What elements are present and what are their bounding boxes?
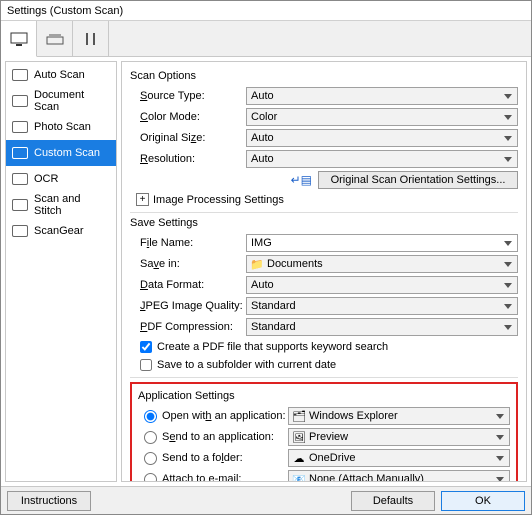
data-format-label: Data Format: bbox=[140, 279, 246, 291]
ocr-icon bbox=[12, 173, 28, 185]
scan-options-heading: Scan Options bbox=[130, 70, 518, 82]
open-with-combo[interactable]: 🗂Windows Explorer bbox=[288, 407, 510, 425]
defaults-button[interactable]: Defaults bbox=[351, 491, 435, 511]
sidebar-label: Scan and Stitch bbox=[34, 193, 110, 217]
sidebar-item-document-scan[interactable]: Document Scan bbox=[6, 88, 116, 114]
sidebar-item-photo-scan[interactable]: Photo Scan bbox=[6, 114, 116, 140]
orientation-settings-button[interactable]: Original Scan Orientation Settings... bbox=[318, 171, 518, 189]
divider bbox=[130, 212, 518, 213]
file-name-combo[interactable]: IMG bbox=[246, 234, 518, 252]
sidebar-item-scan-and-stitch[interactable]: Scan and Stitch bbox=[6, 192, 116, 218]
preview-icon: 🖼 bbox=[293, 431, 305, 443]
document-scan-icon bbox=[12, 95, 28, 107]
attach-email-combo[interactable]: 📧None (Attach Manually) bbox=[288, 470, 510, 482]
pdf-compression-combo[interactable]: Standard bbox=[246, 318, 518, 336]
attach-email-label: Attach to e-mail: bbox=[162, 473, 288, 482]
content-pane: Scan Options Source Type:Auto Color Mode… bbox=[121, 61, 527, 482]
instructions-button[interactable]: Instructions bbox=[7, 491, 91, 511]
scanner-icon bbox=[45, 31, 65, 47]
jpeg-quality-combo[interactable]: Standard bbox=[246, 297, 518, 315]
title-bar: Settings (Custom Scan) bbox=[1, 1, 531, 21]
auto-scan-icon bbox=[12, 69, 28, 81]
send-app-radio[interactable] bbox=[144, 431, 157, 444]
subfolder-date-checkbox[interactable]: Save to a subfolder with current date bbox=[140, 357, 518, 373]
custom-scan-icon bbox=[12, 147, 28, 159]
sidebar-item-auto-scan[interactable]: Auto Scan bbox=[6, 62, 116, 88]
save-settings-heading: Save Settings bbox=[130, 217, 518, 229]
send-folder-combo[interactable]: ☁OneDrive bbox=[288, 449, 510, 467]
sidebar-item-ocr[interactable]: OCR bbox=[6, 166, 116, 192]
toolbar bbox=[1, 21, 531, 57]
sidebar-label: Custom Scan bbox=[34, 147, 100, 159]
scangear-icon bbox=[12, 225, 28, 237]
window-title: Settings (Custom Scan) bbox=[7, 5, 123, 17]
open-with-label: Open with an application: bbox=[162, 410, 288, 422]
tab-general-settings[interactable] bbox=[73, 21, 109, 57]
mail-icon: 📧 bbox=[293, 473, 305, 482]
jpeg-quality-label: JPEG Image Quality: bbox=[140, 300, 246, 312]
resolution-label: Resolution: bbox=[140, 153, 246, 165]
tab-scan-from-panel[interactable] bbox=[37, 21, 73, 57]
stitch-icon bbox=[12, 199, 28, 211]
data-format-combo[interactable]: Auto bbox=[246, 276, 518, 294]
pdf-compression-label: PDF Compression: bbox=[140, 321, 246, 333]
onedrive-icon: ☁ bbox=[293, 452, 305, 464]
file-name-label: File Name: bbox=[140, 237, 246, 249]
image-processing-label: Image Processing Settings bbox=[153, 194, 284, 206]
keyword-search-checkbox[interactable]: Create a PDF file that supports keyword … bbox=[140, 339, 518, 355]
sidebar: Auto Scan Document Scan Photo Scan Custo… bbox=[5, 61, 117, 482]
color-mode-combo[interactable]: Color bbox=[246, 108, 518, 126]
sidebar-label: ScanGear bbox=[34, 225, 84, 237]
sidebar-item-custom-scan[interactable]: Custom Scan bbox=[6, 140, 116, 166]
footer: Instructions Defaults OK bbox=[1, 486, 531, 514]
sidebar-label: OCR bbox=[34, 173, 58, 185]
sidebar-label: Auto Scan bbox=[34, 69, 85, 81]
photo-scan-icon bbox=[12, 121, 28, 133]
plus-icon: + bbox=[136, 193, 149, 206]
application-settings-heading: Application Settings bbox=[138, 390, 510, 402]
tools-icon bbox=[81, 31, 101, 47]
attach-email-radio[interactable] bbox=[144, 473, 157, 483]
save-in-label: Save in: bbox=[140, 258, 246, 270]
color-mode-label: Color Mode: bbox=[140, 111, 246, 123]
divider bbox=[130, 377, 518, 378]
send-folder-radio[interactable] bbox=[144, 452, 157, 465]
orientation-icon: ↵▤ bbox=[291, 173, 312, 187]
application-settings-group: Application Settings Open with an applic… bbox=[130, 382, 518, 482]
tab-scan-from-computer[interactable] bbox=[1, 21, 37, 57]
send-app-combo[interactable]: 🖼Preview bbox=[288, 428, 510, 446]
resolution-combo[interactable]: Auto bbox=[246, 150, 518, 168]
ok-button[interactable]: OK bbox=[441, 491, 525, 511]
send-folder-label: Send to a folder: bbox=[162, 452, 288, 464]
source-type-combo[interactable]: Auto bbox=[246, 87, 518, 105]
sidebar-label: Document Scan bbox=[34, 89, 110, 113]
monitor-icon bbox=[9, 31, 29, 47]
sidebar-item-scangear[interactable]: ScanGear bbox=[6, 218, 116, 244]
sidebar-label: Photo Scan bbox=[34, 121, 91, 133]
source-type-label: Source Type: bbox=[140, 90, 246, 102]
original-size-label: Original Size: bbox=[140, 132, 246, 144]
explorer-icon: 🗂 bbox=[293, 410, 305, 422]
folder-icon: 📁 bbox=[251, 258, 263, 270]
save-in-combo[interactable]: 📁Documents bbox=[246, 255, 518, 273]
image-processing-expander[interactable]: + Image Processing Settings bbox=[136, 193, 518, 206]
send-app-label: Send to an application: bbox=[162, 431, 288, 443]
original-size-combo[interactable]: Auto bbox=[246, 129, 518, 147]
open-with-radio[interactable] bbox=[144, 410, 157, 423]
